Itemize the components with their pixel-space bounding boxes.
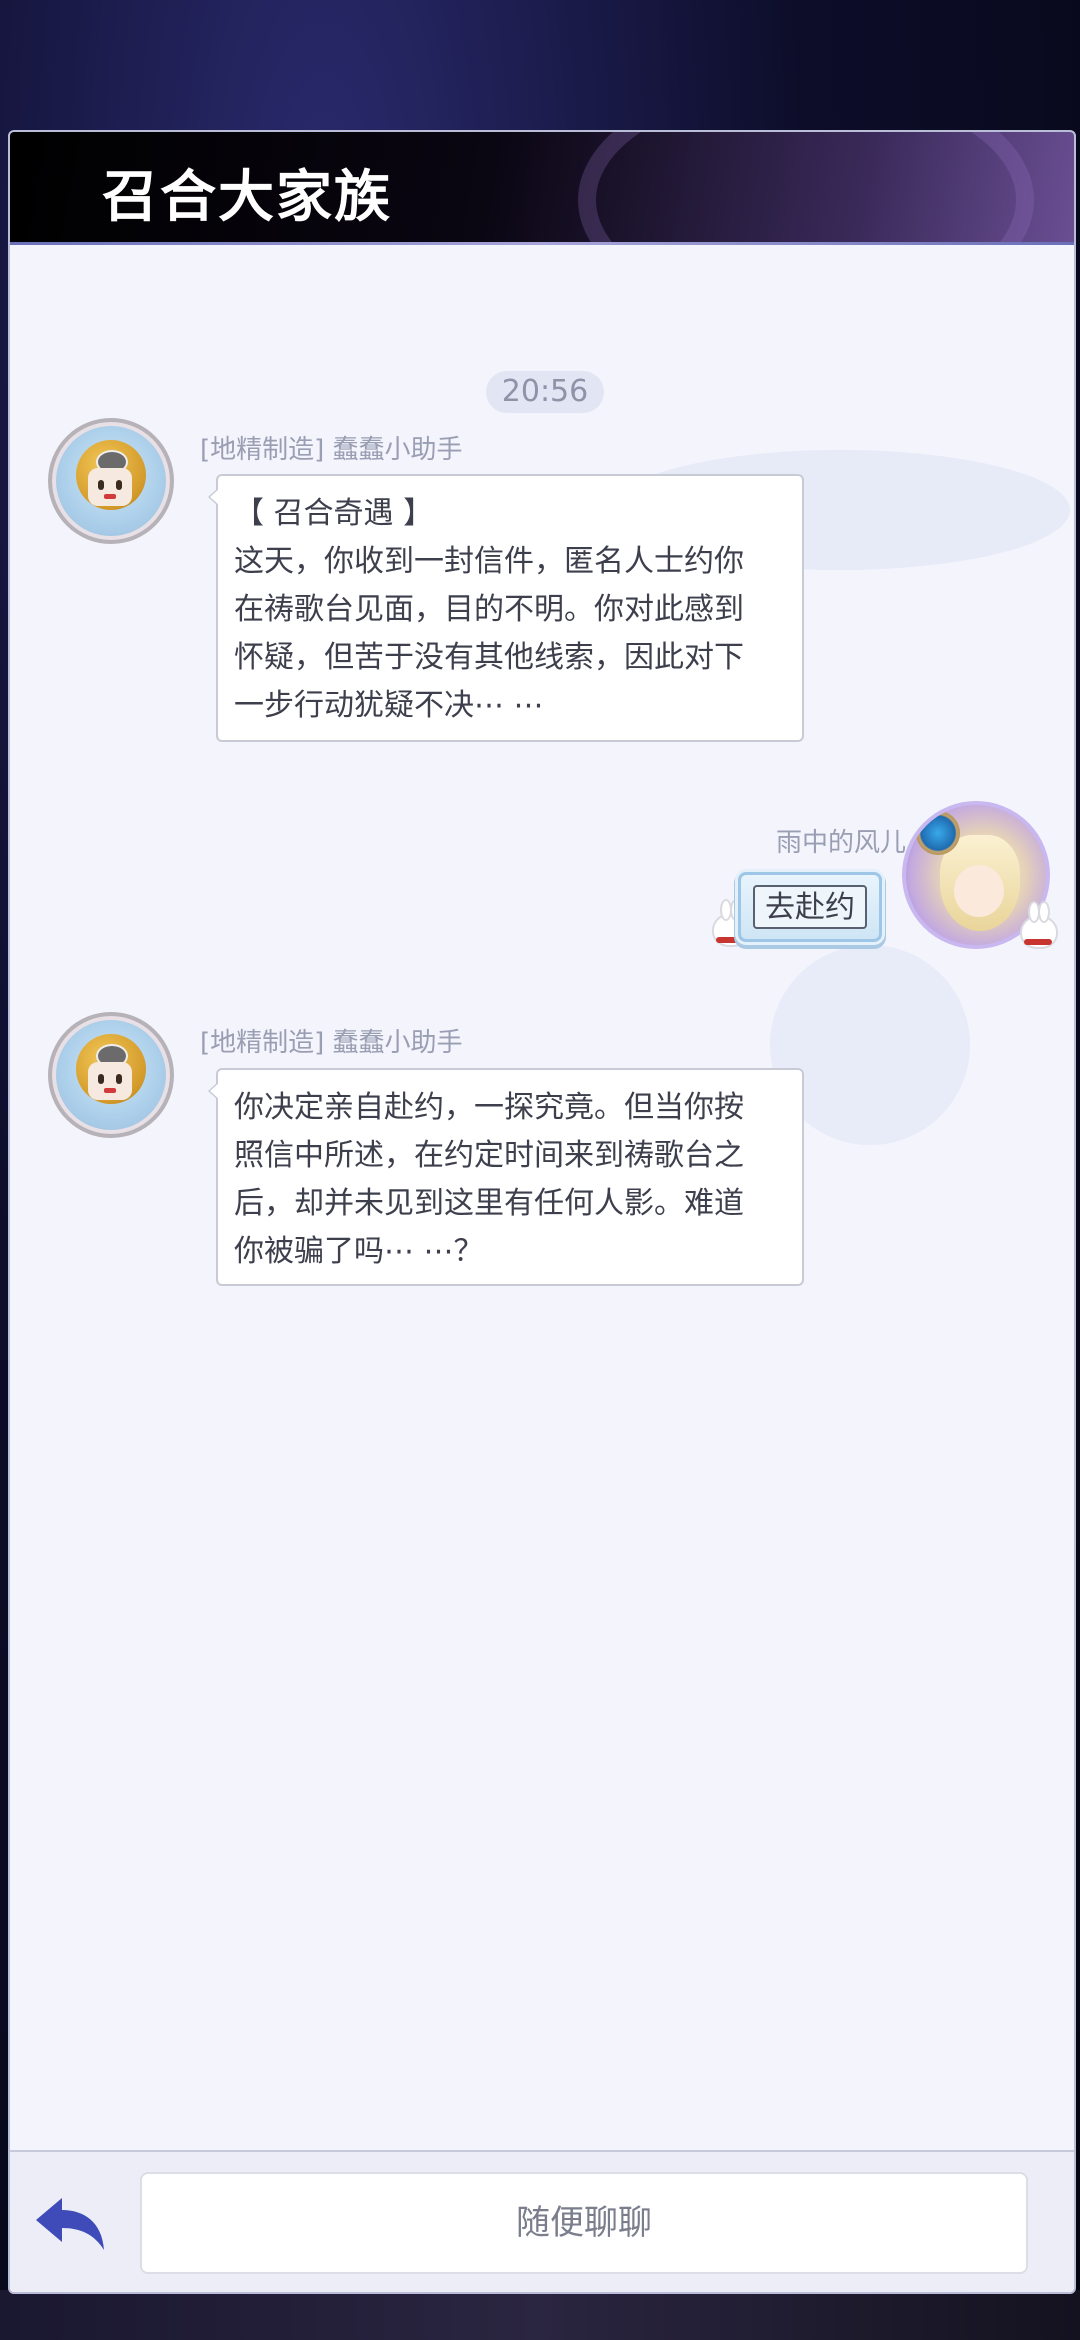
message-line: 后，却并未见到这里有任何人影。难道 (234, 1186, 744, 1221)
message-text: 去赴约 (753, 885, 867, 929)
bunny-decoration-icon (1020, 901, 1058, 949)
input-bar: 随便聊聊 (10, 2150, 1074, 2292)
message-line: 【 召合奇遇 】 (234, 496, 434, 531)
chat-input[interactable]: 随便聊聊 (140, 2172, 1028, 2274)
message-line: 在祷歌台见面，目的不明。你对此感到 (234, 592, 744, 627)
message-bubble[interactable]: 你决定亲自赴约，一探究竟。但当你按 照信中所述，在约定时间来到祷歌台之 后，却并… (208, 1068, 804, 1286)
message-line: 怀疑，但苦于没有其他线索，因此对下 (234, 640, 744, 675)
timestamp: 20:56 (486, 371, 604, 413)
header-bar: 召合大家族 (10, 132, 1074, 328)
goblin-robot-avatar-icon[interactable] (48, 418, 174, 544)
message-list[interactable]: 20:56 [地精制造] 蠢蠢小助手 【 召合奇遇 】 这天，你收到一封信件，匿… (10, 245, 1074, 2152)
sender-name: [地精制造] 蠢蠢小助手 (200, 1028, 463, 1058)
page-title: 召合大家族 (102, 164, 392, 230)
background-bottom-strip (0, 2290, 1080, 2340)
message-line: 照信中所述，在约定时间来到祷歌台之 (234, 1138, 744, 1173)
goblin-robot-avatar-icon[interactable] (48, 1012, 174, 1138)
sender-name: 雨中的风儿 (775, 828, 906, 858)
message-bubble-user[interactable]: 去赴约 (738, 872, 882, 942)
message-line: 这天，你收到一封信件，匿名人士约你 (234, 544, 744, 579)
message-line: 你被骗了吗⋯ ⋯？ (234, 1234, 484, 1269)
sender-name: [地精制造] 蠢蠢小助手 (200, 435, 463, 465)
chat-panel: 召合大家族 20:56 [地精制造] 蠢蠢小助手 【 召合奇遇 】 这天，你收到… (8, 130, 1076, 2294)
message-line: 一步行动犹疑不决⋯ ⋯ (234, 688, 544, 723)
message-bubble[interactable]: 【 召合奇遇 】 这天，你收到一封信件，匿名人士约你 在祷歌台见面，目的不明。你… (208, 474, 804, 742)
back-button[interactable] (32, 2194, 108, 2254)
message-line: 你决定亲自赴约，一探究竟。但当你按 (234, 1090, 744, 1125)
back-arrow-icon (36, 2198, 104, 2250)
